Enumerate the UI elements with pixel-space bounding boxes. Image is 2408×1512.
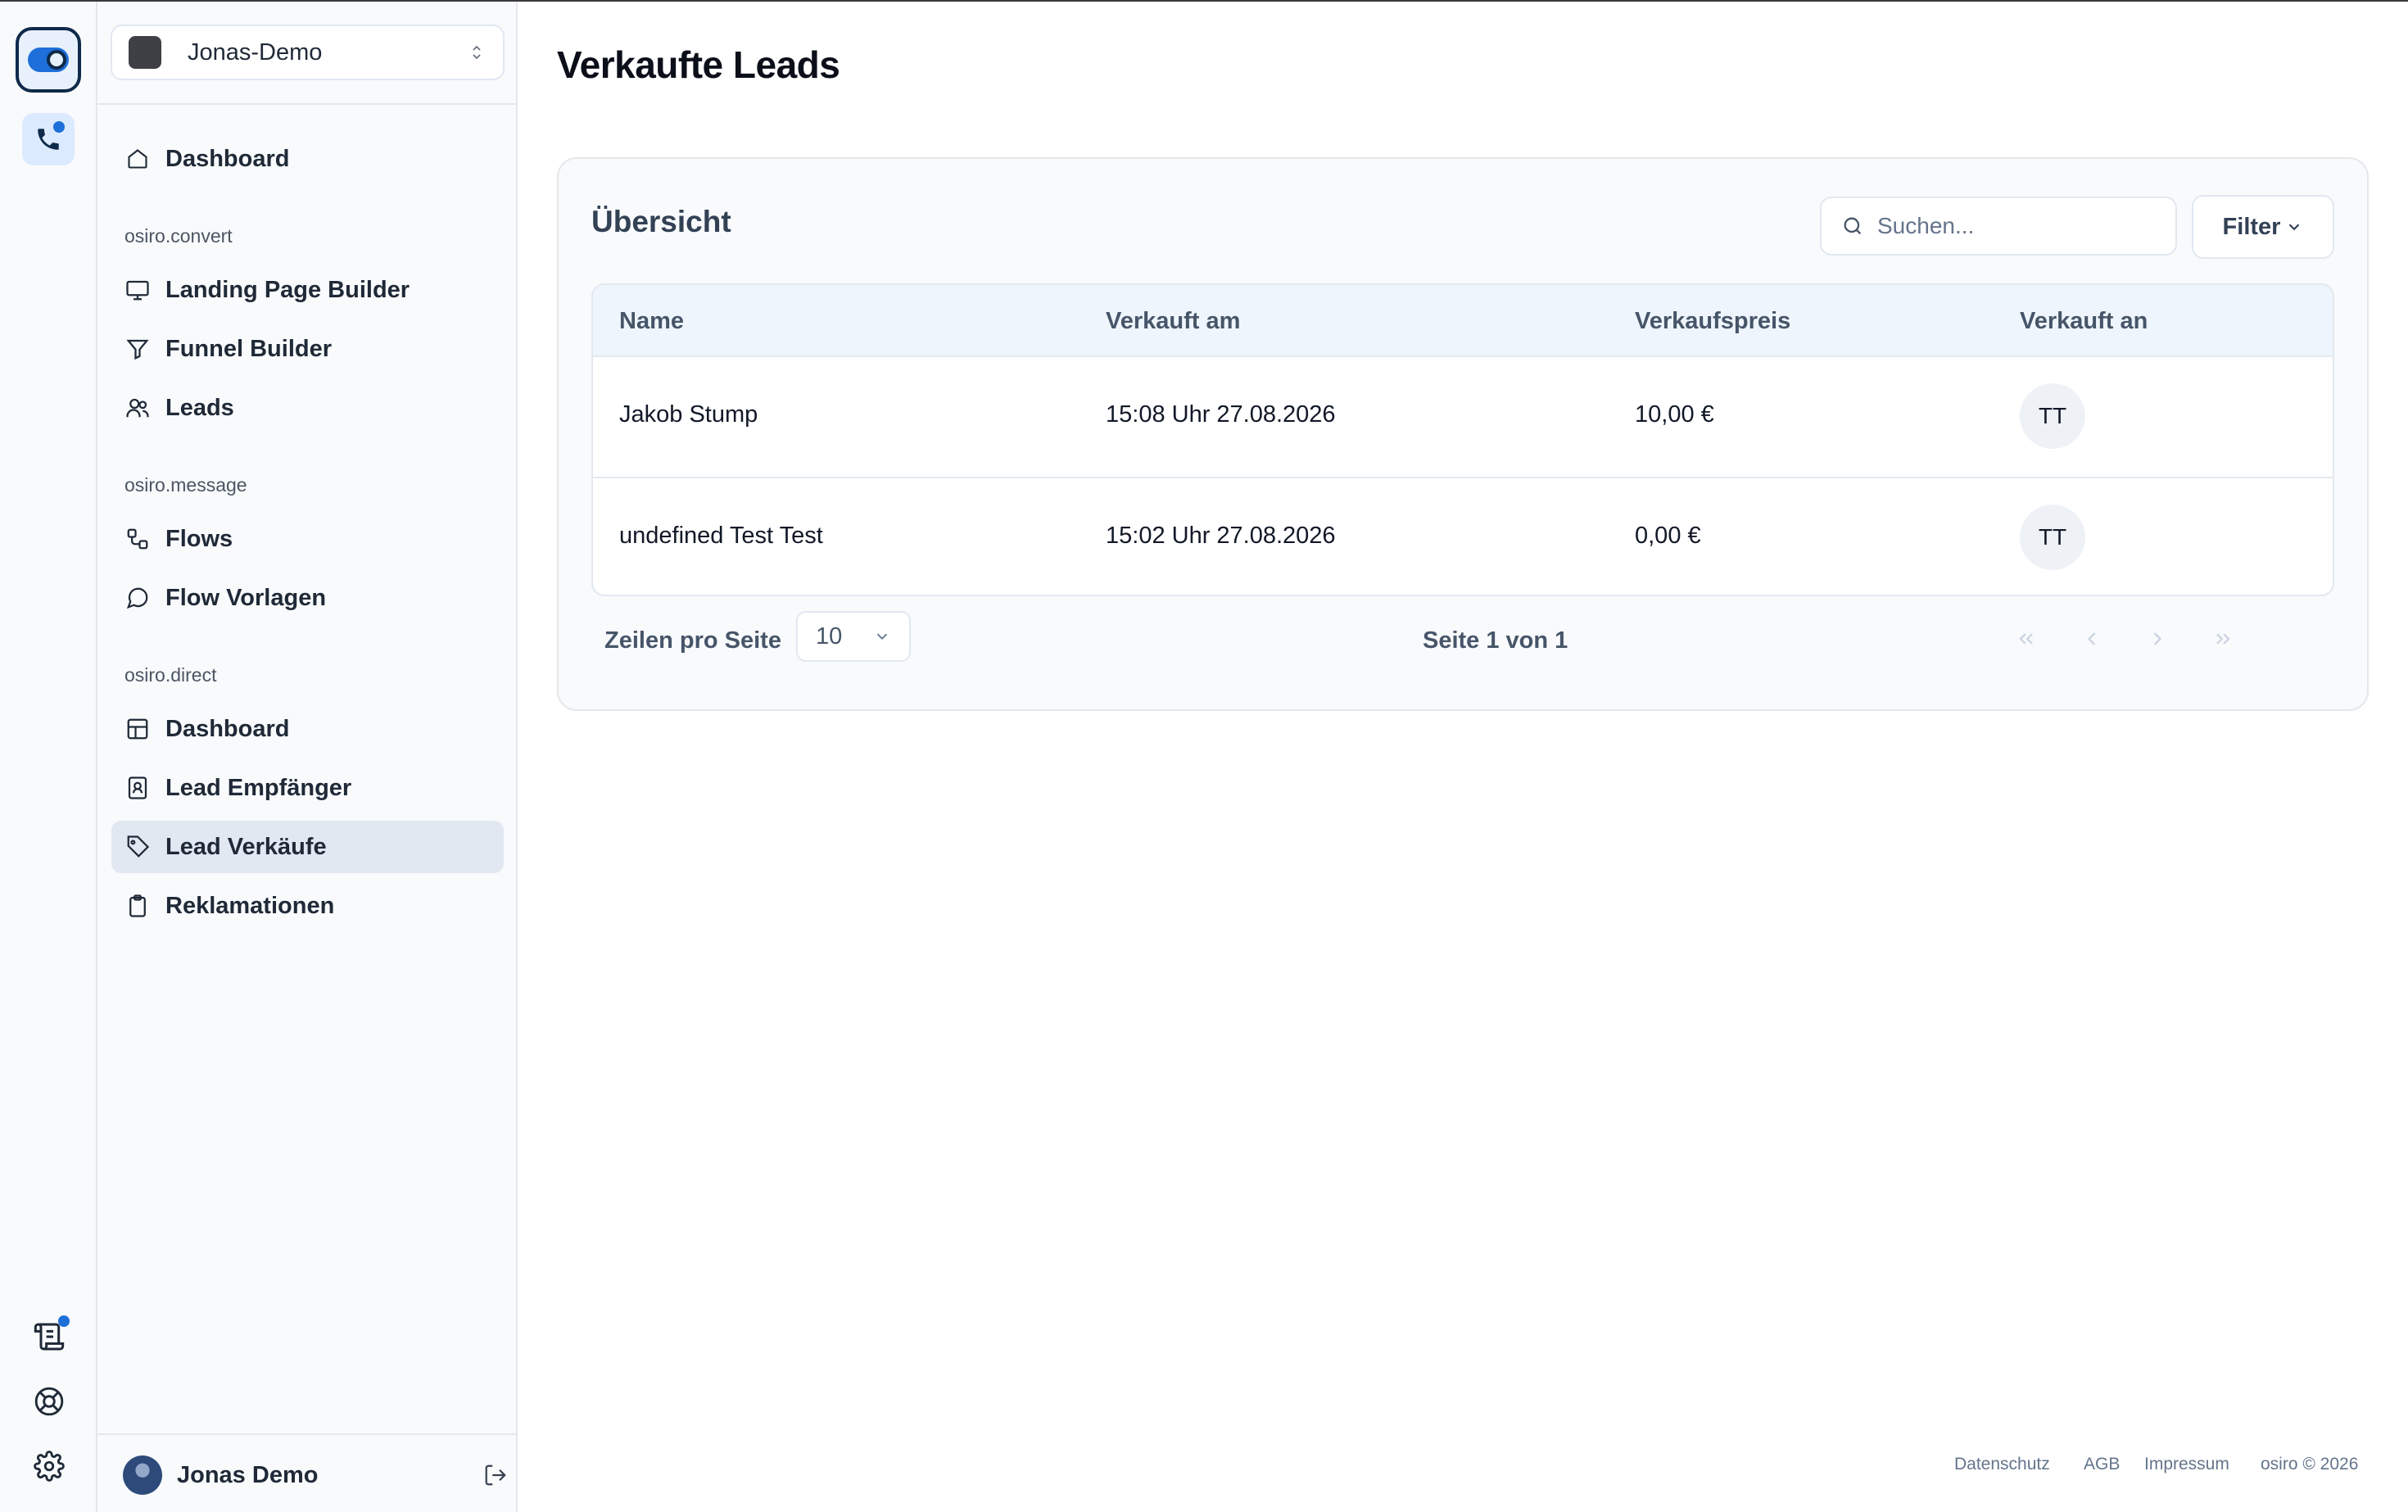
workspace-name: Jonas-Demo xyxy=(188,38,323,66)
cell-name: undefined Test Test xyxy=(619,523,823,549)
monitor-icon xyxy=(124,276,152,304)
section-title-convert: osiro.convert xyxy=(124,225,233,247)
card-title: Übersicht xyxy=(591,205,731,238)
rows-per-page-select[interactable]: 10 xyxy=(796,611,911,662)
column-header-buyer[interactable]: Verkauft an xyxy=(2020,308,2148,335)
section-title-direct: osiro.direct xyxy=(124,664,217,686)
chevron-left-icon xyxy=(2087,632,2096,645)
cell-sold-at: 15:02 Uhr 27.08.2026 xyxy=(1106,523,1336,549)
search-input[interactable] xyxy=(1877,213,2156,239)
notification-dot xyxy=(58,1315,70,1327)
user-name: Jonas Demo xyxy=(177,1461,319,1488)
chevron-right-icon xyxy=(2153,632,2162,645)
sidebar-item-lead-verkaeufe[interactable]: Lead Verkäufe xyxy=(111,821,504,873)
page-title: Verkaufte Leads xyxy=(557,43,840,86)
sidebar-item-direct-dashboard[interactable]: Dashboard xyxy=(111,703,504,755)
sidebar-item-leads[interactable]: Leads xyxy=(111,382,504,434)
user-profile[interactable]: Jonas Demo xyxy=(123,1455,508,1496)
filter-funnel-icon xyxy=(124,335,152,363)
next-page-button[interactable] xyxy=(2133,614,2182,663)
filter-button[interactable]: Filter xyxy=(2192,195,2334,259)
sidebar-item-landing-page-builder[interactable]: Landing Page Builder xyxy=(111,264,504,316)
sidebar-item-label: Lead Verkäufe xyxy=(165,833,327,860)
buyer-badge[interactable]: TT xyxy=(2020,505,2085,570)
divider xyxy=(97,1433,516,1435)
changelog-icon[interactable] xyxy=(0,1315,97,1353)
chevrons-right-icon xyxy=(2216,633,2230,645)
first-page-button[interactable] xyxy=(2002,614,2051,663)
sidebar-item-label: Flows xyxy=(165,525,233,552)
overview-card: Übersicht Filter Name Verkauft am Verkau… xyxy=(557,157,2369,711)
chevrons-left-icon xyxy=(2019,633,2033,645)
footer-link-impressum[interactable]: Impressum xyxy=(2144,1455,2229,1474)
avatar xyxy=(123,1455,162,1495)
workspace-switcher[interactable]: Jonas-Demo xyxy=(111,25,505,80)
table-header: Name Verkauft am Verkaufspreis Verkauft … xyxy=(593,285,2333,357)
footer-link-datenschutz[interactable]: Datenschutz xyxy=(1954,1455,2050,1474)
sidebar-item-label: Dashboard xyxy=(165,715,290,742)
rows-per-page-value: 10 xyxy=(816,622,843,650)
sidebar-item-label: Lead Empfänger xyxy=(165,774,352,801)
chevron-down-icon xyxy=(876,633,888,641)
chevron-down-icon xyxy=(2289,224,2300,231)
sidebar-item-dashboard[interactable]: Dashboard xyxy=(111,133,504,185)
workspace-icon xyxy=(129,36,161,69)
osiro-logo-icon[interactable] xyxy=(16,27,81,93)
main-content: Verkaufte Leads Übersicht Filter Name Ve… xyxy=(518,2,2408,1512)
sidebar: Jonas-Demo Dashboard osiro.convert Landi… xyxy=(97,2,518,1512)
layout-grid-icon xyxy=(124,715,152,743)
message-circle-icon xyxy=(124,584,152,612)
page-info: Seite 1 von 1 xyxy=(1423,627,1568,654)
workflow-icon xyxy=(124,525,152,553)
sidebar-item-flows[interactable]: Flows xyxy=(111,513,504,565)
search-box[interactable] xyxy=(1820,197,2177,256)
column-header-sold-at[interactable]: Verkauft am xyxy=(1106,308,1240,335)
previous-page-button[interactable] xyxy=(2067,614,2116,663)
cell-name: Jakob Stump xyxy=(619,401,758,428)
users-icon xyxy=(124,394,152,422)
cell-sold-at: 15:08 Uhr 27.08.2026 xyxy=(1106,401,1336,428)
sidebar-item-label: Dashboard xyxy=(165,145,290,172)
column-header-name[interactable]: Name xyxy=(619,308,684,335)
chevrons-up-down-icon xyxy=(473,45,481,60)
search-icon xyxy=(1844,217,1862,235)
sidebar-item-funnel-builder[interactable]: Funnel Builder xyxy=(111,323,504,375)
sidebar-item-label: Landing Page Builder xyxy=(165,276,410,303)
filter-label: Filter xyxy=(2222,213,2281,240)
app-rail xyxy=(0,2,97,1512)
footer-copyright: osiro © 2026 xyxy=(2261,1455,2359,1474)
settings-gear-icon[interactable] xyxy=(0,1451,97,1482)
sidebar-item-label: Reklamationen xyxy=(165,892,335,919)
column-header-price[interactable]: Verkaufspreis xyxy=(1635,308,1790,335)
help-icon[interactable] xyxy=(0,1386,97,1417)
cell-price: 0,00 € xyxy=(1635,523,1701,549)
sidebar-item-label: Flow Vorlagen xyxy=(165,584,327,611)
sidebar-item-flow-vorlagen[interactable]: Flow Vorlagen xyxy=(111,572,504,624)
cell-price: 10,00 € xyxy=(1635,401,1714,428)
contact-book-icon xyxy=(124,774,152,802)
home-icon xyxy=(124,145,152,173)
sidebar-item-reklamationen[interactable]: Reklamationen xyxy=(111,880,504,932)
phone-app-icon[interactable] xyxy=(22,113,75,165)
sidebar-item-label: Funnel Builder xyxy=(165,335,332,362)
sidebar-item-label: Leads xyxy=(165,394,234,421)
table-row[interactable]: undefined Test Test 15:02 Uhr 27.08.2026… xyxy=(593,477,2333,595)
divider xyxy=(97,103,516,105)
sidebar-item-lead-empfaenger[interactable]: Lead Empfänger xyxy=(111,762,504,814)
last-page-button[interactable] xyxy=(2198,614,2247,663)
tag-icon xyxy=(124,833,152,861)
footer-link-agb[interactable]: AGB xyxy=(2084,1455,2120,1474)
logout-icon[interactable] xyxy=(483,1463,508,1487)
section-title-message: osiro.message xyxy=(124,474,247,496)
sales-table: Name Verkauft am Verkaufspreis Verkauft … xyxy=(591,283,2334,596)
rows-per-page-label: Zeilen pro Seite xyxy=(604,627,781,654)
buyer-badge[interactable]: TT xyxy=(2020,383,2085,449)
clipboard-icon xyxy=(124,892,152,920)
table-row[interactable]: Jakob Stump 15:08 Uhr 27.08.2026 10,00 €… xyxy=(593,357,2333,477)
